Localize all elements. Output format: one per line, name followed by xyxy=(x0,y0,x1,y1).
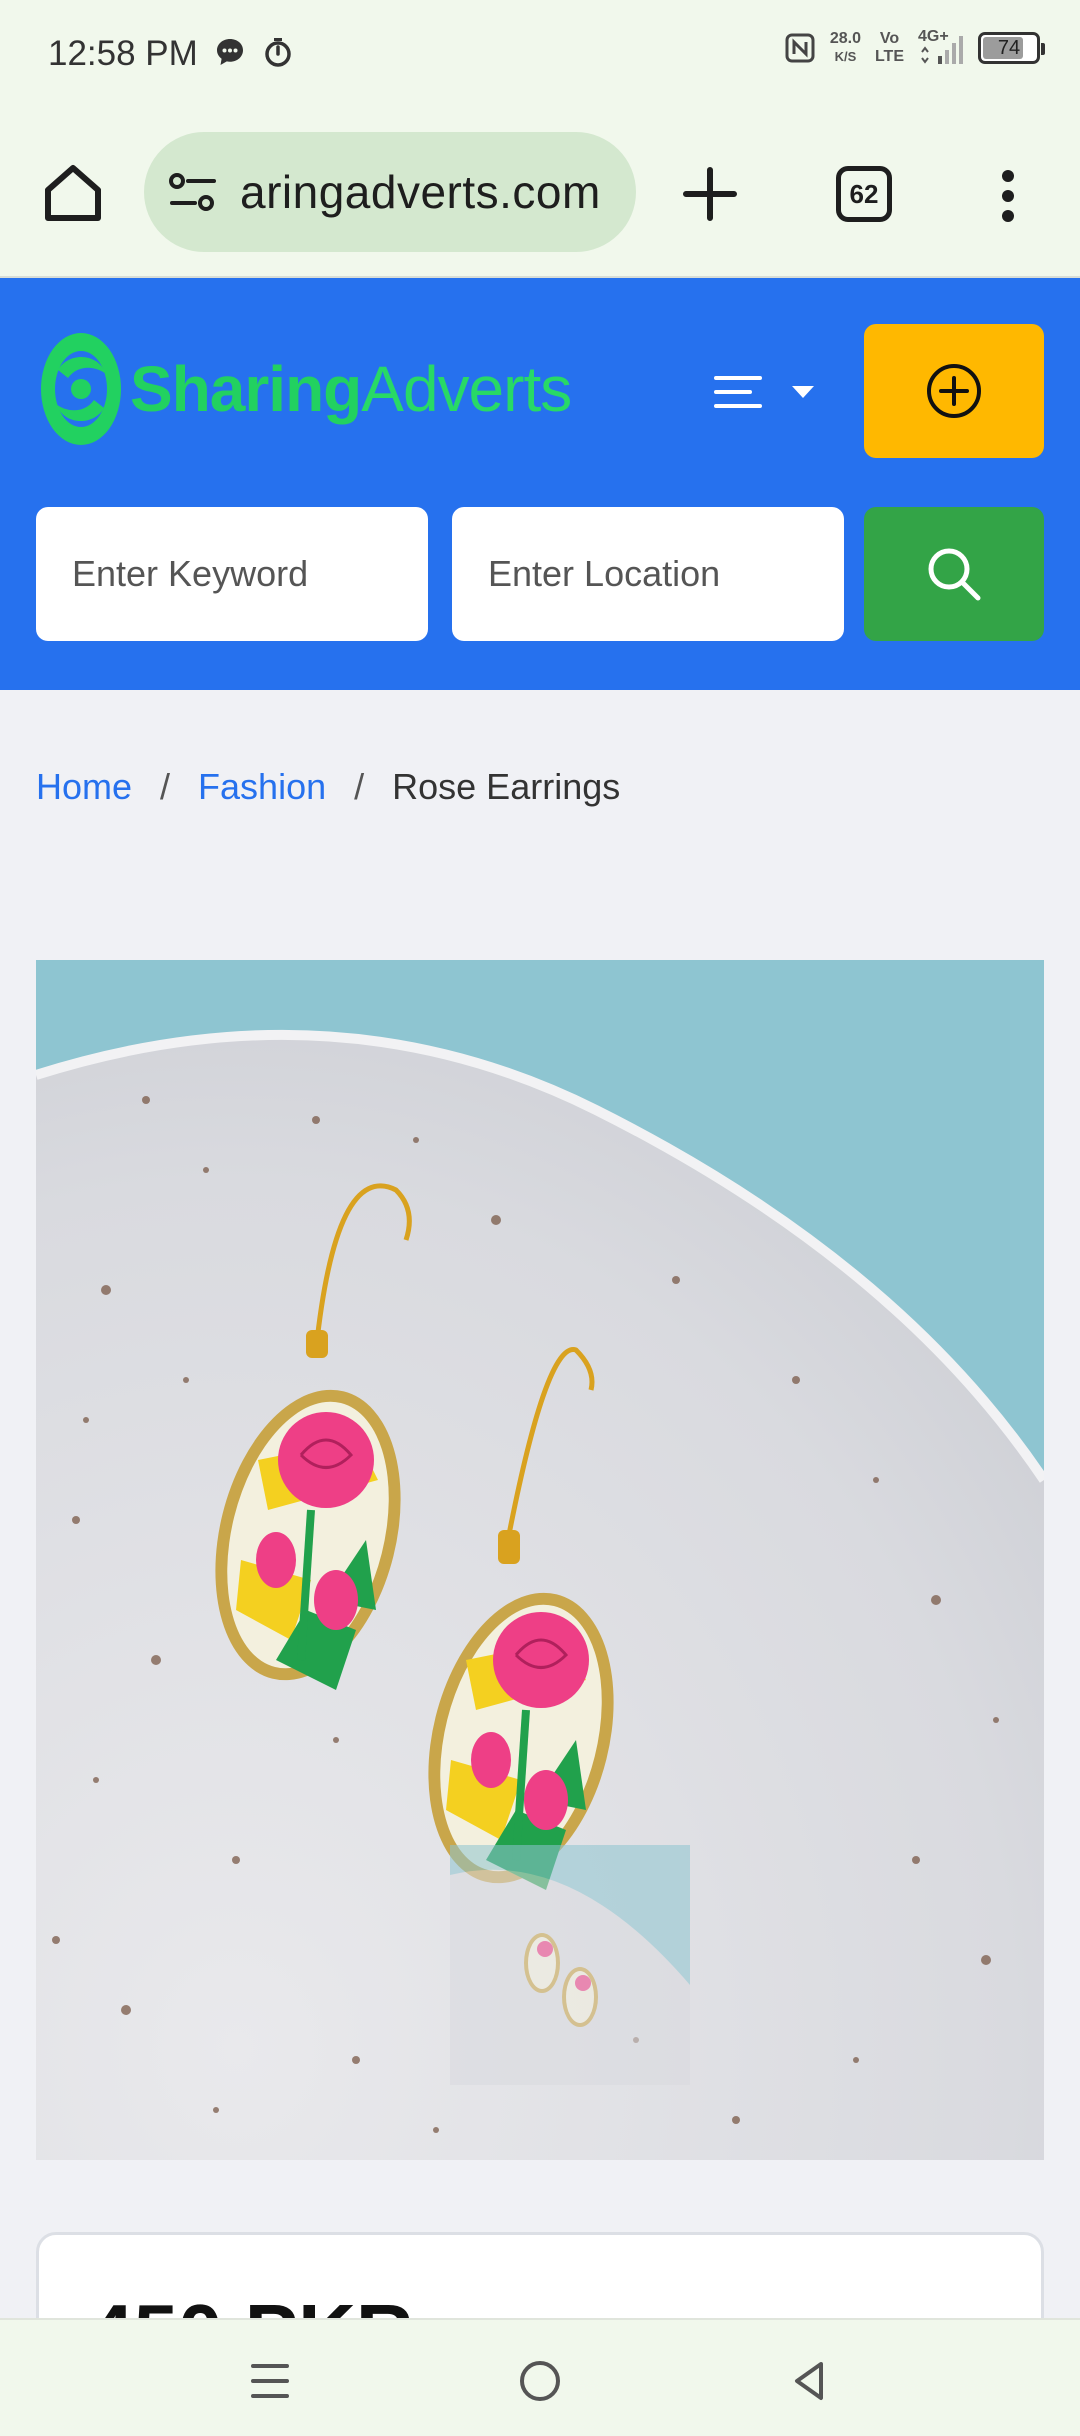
search-icon xyxy=(928,548,981,601)
site-header: SharingAdverts Enter Keyword Enter Locat… xyxy=(0,278,1080,690)
breadcrumb-separator: / xyxy=(354,766,365,807)
back-icon[interactable] xyxy=(785,2356,835,2406)
address-bar[interactable]: aringadverts.com xyxy=(144,132,636,252)
location-input[interactable]: Enter Location xyxy=(452,507,844,641)
battery-indicator: 74 xyxy=(978,32,1045,64)
volte-bottom: LTE xyxy=(874,48,904,65)
keyword-input[interactable]: Enter Keyword xyxy=(36,507,428,641)
post-ad-button[interactable] xyxy=(864,324,1044,458)
logo-text: SharingAdverts xyxy=(130,352,572,426)
network-speed-value: 28.0 xyxy=(829,30,861,47)
image-thumbnail[interactable] xyxy=(450,1845,690,2085)
breadcrumb: Home / Fashion / Rose Earrings xyxy=(36,766,620,808)
signal-strength: 4G+ xyxy=(918,28,964,66)
new-tab-icon[interactable] xyxy=(682,166,738,222)
timer-notification-icon xyxy=(265,38,291,67)
url-text[interactable]: aringadverts.com xyxy=(240,165,601,219)
home-icon[interactable] xyxy=(40,160,106,226)
breadcrumb-current: Rose Earrings xyxy=(392,766,621,807)
breadcrumb-home[interactable]: Home xyxy=(36,766,132,808)
signal-bars-icon xyxy=(921,36,963,64)
volte-indicator: Vo LTE xyxy=(875,30,904,66)
tab-switcher-button[interactable]: 62 xyxy=(836,166,892,222)
keyword-placeholder: Enter Keyword xyxy=(72,553,309,594)
logo-text-part1: Sharing xyxy=(130,353,362,425)
status-bar: 12:58 PM 28.0 K/S Vo LTE 4G+ 74 xyxy=(0,0,1080,110)
message-notification-icon xyxy=(217,39,243,65)
network-speed: 28.0 K/S xyxy=(830,30,861,66)
breadcrumb-fashion[interactable]: Fashion xyxy=(198,766,326,808)
breadcrumb-separator: / xyxy=(160,766,171,807)
volte-top: Vo xyxy=(879,30,900,47)
status-time: 12:58 PM xyxy=(48,34,198,73)
more-options-icon[interactable] xyxy=(998,168,1018,224)
site-settings-icon[interactable] xyxy=(168,172,218,212)
status-right-group: 28.0 K/S Vo LTE 4G+ 74 xyxy=(784,28,1045,66)
search-button[interactable] xyxy=(864,507,1044,641)
home-nav-icon[interactable] xyxy=(515,2356,565,2406)
logo-text-part2: Adverts xyxy=(361,353,572,425)
add-circle-icon xyxy=(927,364,981,418)
nfc-icon xyxy=(785,33,815,63)
product-image[interactable] xyxy=(36,960,1044,2160)
battery-level: 74 xyxy=(997,36,1021,59)
browser-toolbar: aringadverts.com 62 xyxy=(0,110,1080,278)
recent-apps-icon[interactable] xyxy=(245,2356,295,2406)
logo-mark-icon xyxy=(41,333,121,445)
site-logo[interactable]: SharingAdverts xyxy=(38,330,572,448)
menu-toggle-icon[interactable] xyxy=(712,368,822,424)
network-speed-unit: K/S xyxy=(834,49,857,64)
location-placeholder: Enter Location xyxy=(488,553,721,594)
thumbnail-photo xyxy=(450,1845,690,2085)
system-navigation-bar xyxy=(0,2318,1080,2436)
tab-count: 62 xyxy=(849,178,879,209)
